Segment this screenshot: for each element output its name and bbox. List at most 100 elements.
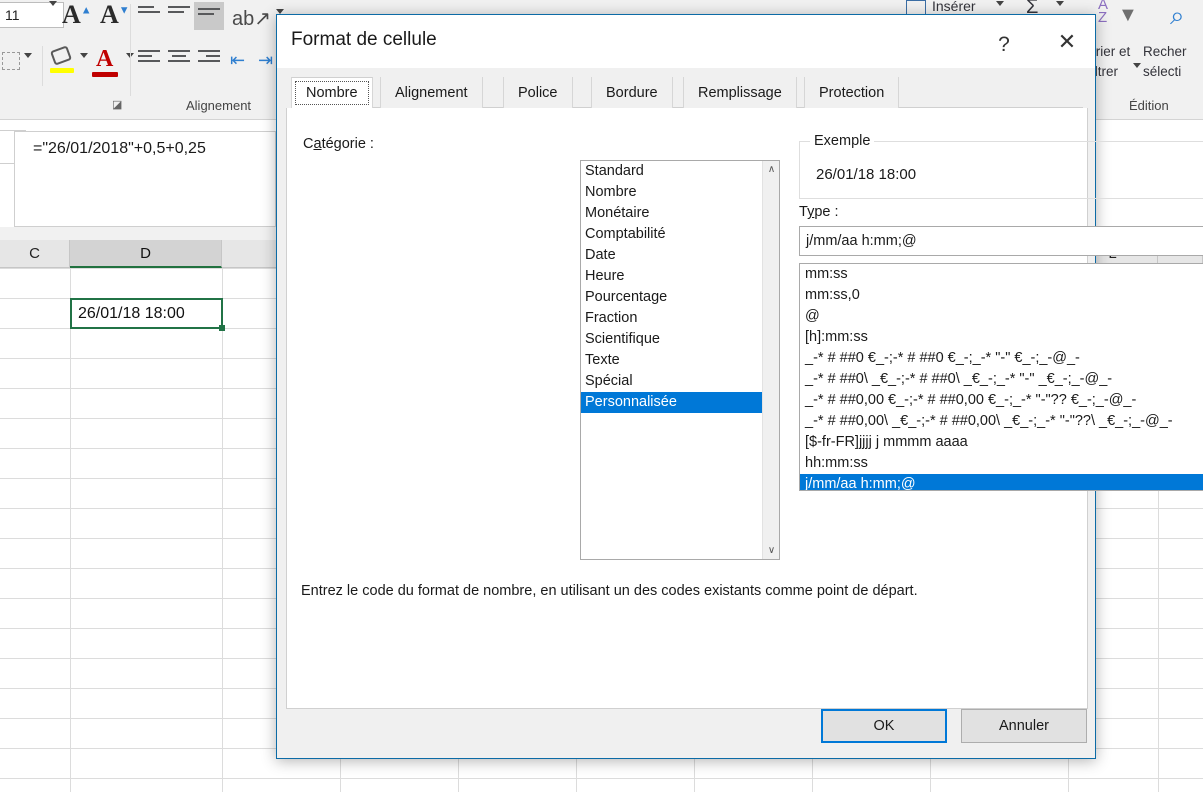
font-size-combo[interactable]: 11 xyxy=(0,2,64,28)
divider xyxy=(130,4,131,96)
type-item[interactable]: [h]:mm:ss xyxy=(800,327,1203,348)
type-item[interactable]: _-* # ##0,00 €_-;-* # ##0,00 €_-;_-* "-"… xyxy=(800,390,1203,411)
type-item[interactable]: _-* # ##0 €_-;-* # ##0 €_-;_-* "-" €_-;_… xyxy=(800,348,1203,369)
example-value: 26/01/18 18:00 xyxy=(816,166,916,183)
increase-font-size-icon[interactable]: A▲ xyxy=(62,0,92,30)
type-input-value: j/mm/aa h:mm;@ xyxy=(800,233,917,249)
type-listbox[interactable]: mm:ss mm:ss,0 @ [h]:mm:ss _-* # ##0 €_-;… xyxy=(799,263,1203,491)
type-input[interactable]: j/mm/aa h:mm;@ xyxy=(799,226,1203,256)
borders-icon[interactable] xyxy=(2,52,20,70)
tab-protection[interactable]: Protection xyxy=(804,77,899,108)
scroll-up-icon[interactable]: ∧ xyxy=(763,161,780,178)
category-list-items: Standard Nombre Monétaire Comptabilité D… xyxy=(581,161,762,413)
tab-police[interactable]: Police xyxy=(503,77,573,108)
ok-button-label: OK xyxy=(874,718,895,734)
formula-bar[interactable]: ="26/01/2018"+0,5+0,25 xyxy=(14,131,276,227)
decrease-font-size-icon[interactable]: A▼ xyxy=(100,0,130,30)
insert-label: Insérer xyxy=(932,0,976,14)
category-item[interactable]: Texte xyxy=(581,350,762,371)
align-center-icon[interactable] xyxy=(168,50,190,68)
decrease-font-letter: A xyxy=(100,0,119,29)
type-list-items: mm:ss mm:ss,0 @ [h]:mm:ss _-* # ##0 €_-;… xyxy=(800,264,1203,491)
category-item[interactable]: Pourcentage xyxy=(581,287,762,308)
type-item[interactable]: [$-fr-FR]jjjj j mmmm aaaa xyxy=(800,432,1203,453)
cancel-button-label: Annuler xyxy=(999,718,1049,734)
category-item[interactable]: Heure xyxy=(581,266,762,287)
orientation-icon[interactable]: ab↗ xyxy=(232,6,271,31)
category-label-accesskey: a xyxy=(313,136,321,152)
find-select-line2: sélecti xyxy=(1143,64,1181,79)
sort-az-icon[interactable]: AZ xyxy=(1098,0,1108,24)
type-item[interactable]: mm:ss,0 xyxy=(800,285,1203,306)
category-scrollbar[interactable]: ∧ ∨ xyxy=(762,161,779,559)
type-item[interactable]: @ xyxy=(800,306,1203,327)
dialog-body: Catégorie : Standard Nombre Monétaire Co… xyxy=(286,108,1088,709)
dialog-title-bar: Format de cellule ? ✕ xyxy=(277,15,1095,68)
ok-button[interactable]: OK xyxy=(821,709,947,743)
font-group-dialog-launcher[interactable]: ◪ xyxy=(112,98,122,111)
type-item[interactable]: _-* # ##0,00\ _€_-;-* # ##0,00\ _€_-;_-*… xyxy=(800,411,1203,432)
category-item[interactable]: Scientifique xyxy=(581,329,762,350)
align-right-icon[interactable] xyxy=(198,50,220,68)
example-groupbox: Exemple 26/01/18 18:00 xyxy=(799,141,1203,199)
sort-filter-chevron-down-icon[interactable] xyxy=(1133,68,1141,86)
borders-chevron-down-icon[interactable] xyxy=(24,58,32,76)
column-header-d[interactable]: D xyxy=(70,240,222,268)
fill-chevron-down-icon[interactable] xyxy=(80,58,88,76)
filter-icon[interactable]: ▼ xyxy=(1118,4,1138,27)
edition-group-label: Édition xyxy=(1129,98,1169,113)
category-item-selected[interactable]: Personnalisée xyxy=(581,392,762,413)
category-item[interactable]: Standard xyxy=(581,161,762,182)
tab-bordure[interactable]: Bordure xyxy=(591,77,673,108)
search-icon[interactable]: ⌕ xyxy=(1170,0,1185,32)
font-color-swatch xyxy=(92,72,118,77)
category-label-post: tégorie : xyxy=(322,136,374,152)
type-label-pre: T xyxy=(799,204,807,220)
font-color-icon[interactable]: A xyxy=(96,46,113,73)
dialog-footer: OK Annuler xyxy=(277,707,1095,758)
type-item-selected[interactable]: j/mm/aa h:mm;@ xyxy=(800,474,1203,491)
category-item[interactable]: Date xyxy=(581,245,762,266)
fill-color-swatch xyxy=(50,68,74,73)
increase-font-letter: A xyxy=(62,0,81,29)
find-select-line1: Recher xyxy=(1143,44,1187,59)
tab-bordure-label: Bordure xyxy=(606,85,658,101)
scroll-down-icon[interactable]: ∨ xyxy=(763,542,780,559)
category-item[interactable]: Monétaire xyxy=(581,203,762,224)
column-header-c[interactable]: C xyxy=(0,240,70,268)
example-caption: Exemple xyxy=(810,133,874,149)
type-item[interactable]: hh:mm:ss xyxy=(800,453,1203,474)
tab-alignement[interactable]: Alignement xyxy=(380,77,483,108)
category-listbox[interactable]: Standard Nombre Monétaire Comptabilité D… xyxy=(580,160,780,560)
type-label: Type : xyxy=(799,204,839,220)
formula-bar-strip xyxy=(0,227,290,240)
fill-handle[interactable] xyxy=(219,325,225,331)
divider xyxy=(42,46,43,86)
category-item[interactable]: Comptabilité xyxy=(581,224,762,245)
category-item[interactable]: Nombre xyxy=(581,182,762,203)
type-label-post: pe : xyxy=(814,204,838,220)
alignment-group-label: Alignement xyxy=(186,98,251,113)
category-label: Catégorie : xyxy=(303,136,374,152)
selected-cell[interactable]: 26/01/18 18:00 xyxy=(70,298,223,329)
help-icon[interactable]: ? xyxy=(989,30,1019,60)
tab-remplissage[interactable]: Remplissage xyxy=(683,77,797,108)
align-top-icon[interactable] xyxy=(138,6,160,24)
cancel-button[interactable]: Annuler xyxy=(961,709,1087,743)
category-item[interactable]: Spécial xyxy=(581,371,762,392)
chevron-down-icon xyxy=(49,6,57,24)
tab-protection-label: Protection xyxy=(819,85,884,101)
tab-nombre[interactable]: Nombre xyxy=(291,77,373,108)
decrease-indent-icon[interactable]: ⇤ xyxy=(230,50,245,71)
type-item[interactable]: _-* # ##0\ _€_-;-* # ##0\ _€_-;_-* "-" _… xyxy=(800,369,1203,390)
type-item[interactable]: mm:ss xyxy=(800,264,1203,285)
formula-bar-value: ="26/01/2018"+0,5+0,25 xyxy=(15,132,206,158)
close-icon[interactable]: ✕ xyxy=(1045,23,1089,61)
align-middle-icon[interactable] xyxy=(168,6,190,24)
align-bottom-icon[interactable] xyxy=(194,2,224,30)
align-left-icon[interactable] xyxy=(138,50,160,68)
category-item[interactable]: Fraction xyxy=(581,308,762,329)
fill-color-icon[interactable] xyxy=(50,48,76,70)
screen: 11 A▲ A▼ A ◪ ab↗ xyxy=(0,0,1203,792)
increase-indent-icon[interactable]: ⇥ xyxy=(258,50,273,71)
